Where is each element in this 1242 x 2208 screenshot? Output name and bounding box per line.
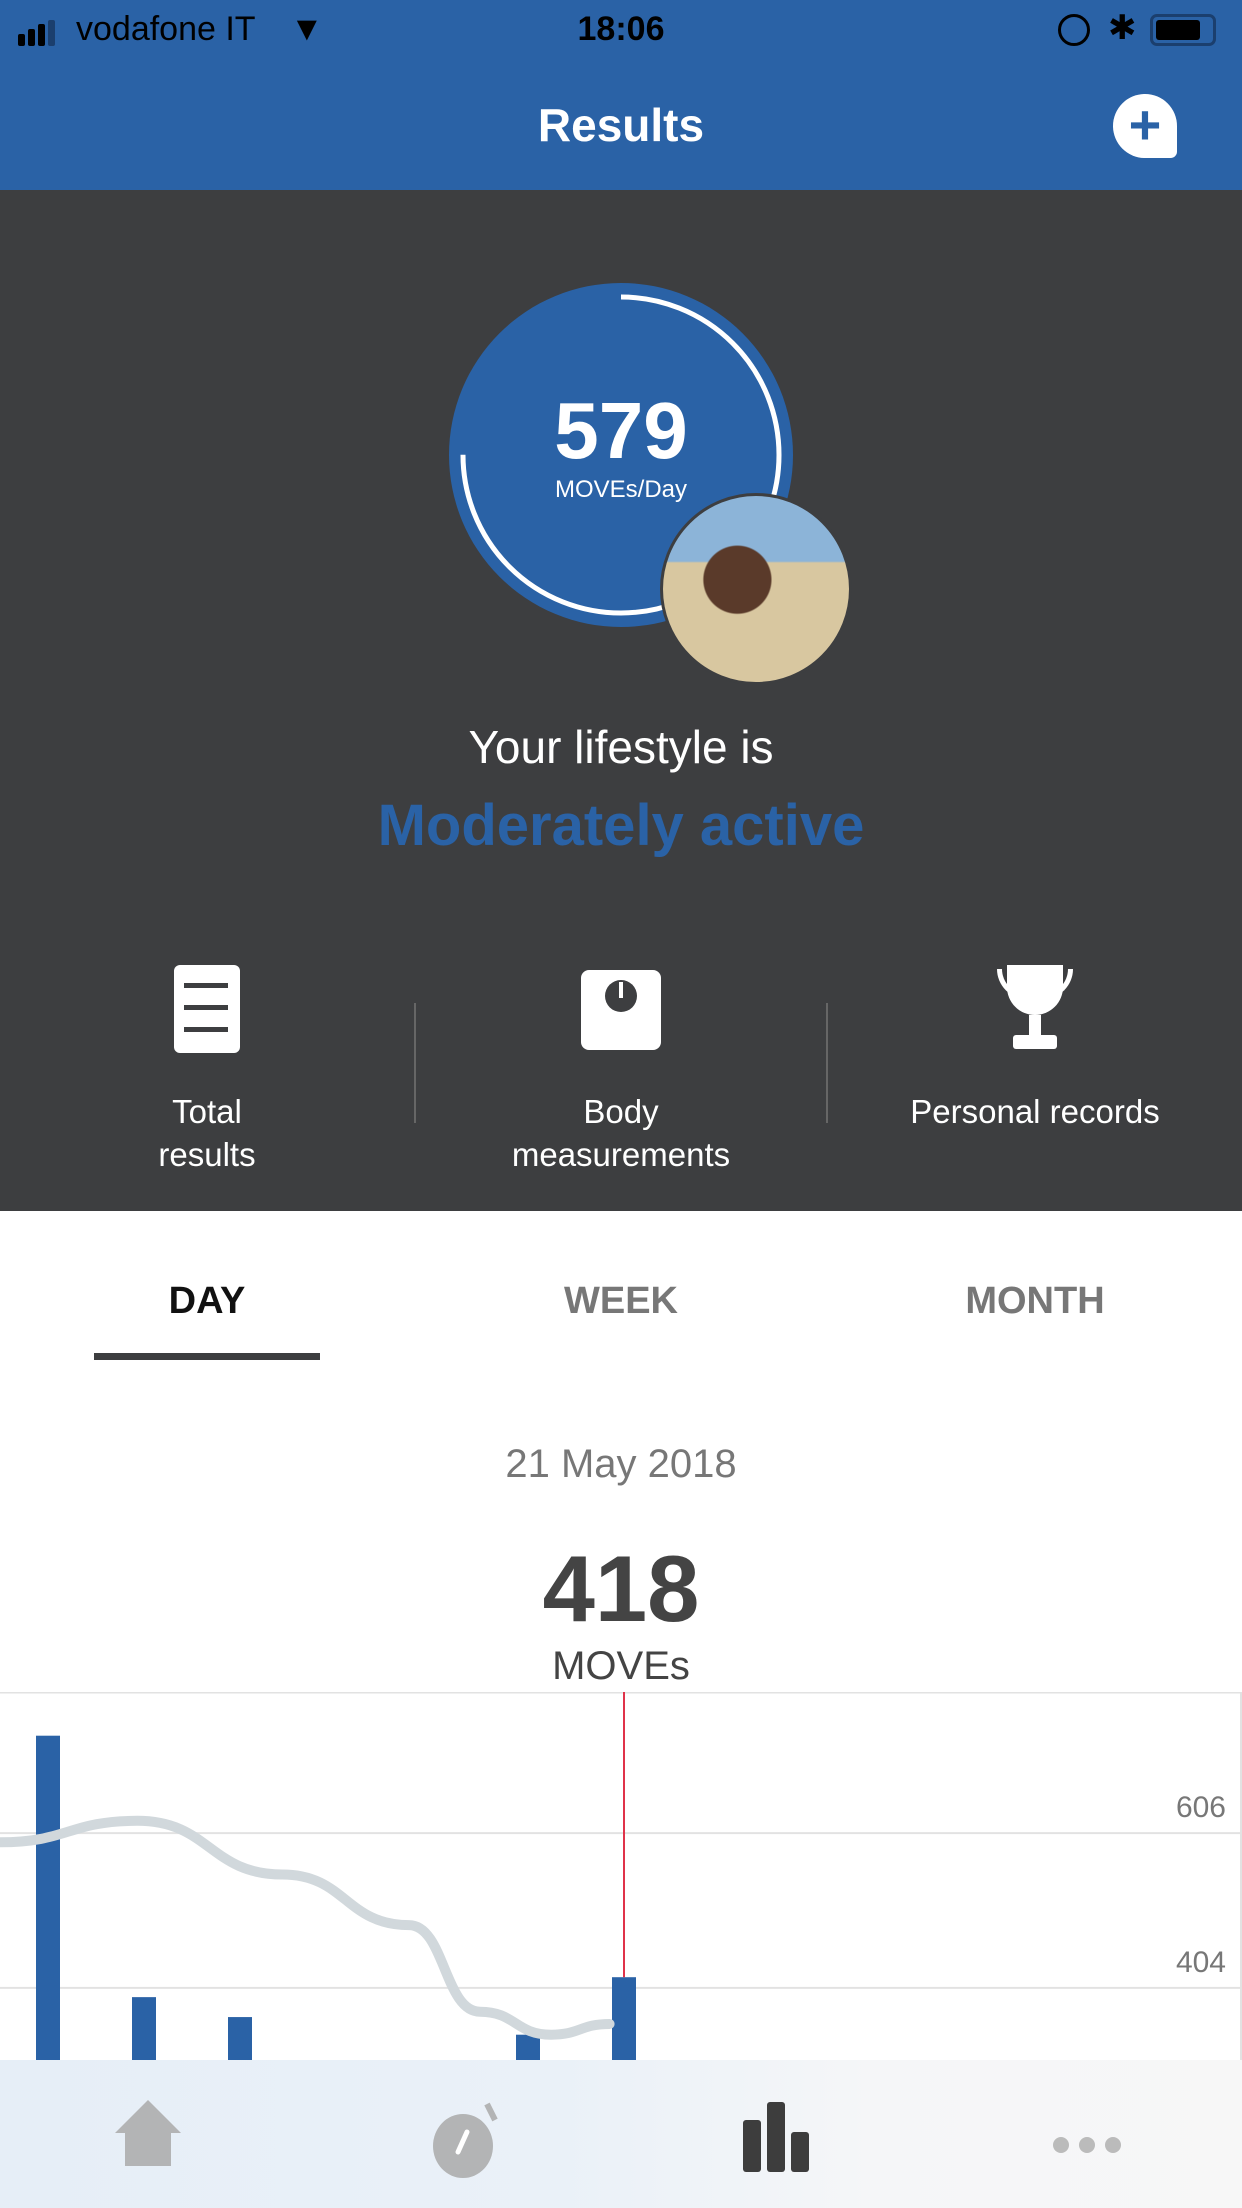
lifestyle-prefix: Your lifestyle is [468, 721, 774, 773]
bar [36, 1735, 60, 2060]
results-chart-icon [743, 2102, 809, 2172]
y-tick-label: 404 [1176, 1946, 1226, 1979]
shortcut-personal-records[interactable]: Personal records [835, 960, 1235, 1180]
clock: 18:06 [577, 10, 665, 48]
label: Body [583, 1093, 659, 1130]
avatar[interactable] [660, 493, 852, 685]
shortcut-body-measurements[interactable]: Body measurements [421, 960, 821, 1180]
summary-panel: 579 MOVEs/Day Your lifestyle is Moderate… [0, 190, 1242, 1211]
scale-icon [581, 970, 661, 1050]
label: measurements [511, 1136, 731, 1173]
page-title: Results [537, 99, 705, 151]
list-icon [174, 965, 240, 1053]
tab-month[interactable]: MONTH [828, 1280, 1242, 1323]
label: Total [172, 1093, 242, 1130]
divider [414, 1003, 416, 1123]
tab-day[interactable]: DAY [0, 1280, 414, 1323]
day-unit: MOVEs [552, 1644, 690, 1688]
add-button[interactable]: + [1113, 94, 1177, 158]
home-icon [115, 2100, 181, 2166]
tab-activity[interactable] [425, 2100, 505, 2180]
daily-average-unit: MOVEs/Day [554, 476, 688, 503]
trophy-icon [997, 965, 1073, 1053]
bar [612, 1977, 636, 2060]
tab-results[interactable] [740, 2102, 820, 2182]
active-tab-indicator [94, 1353, 320, 1360]
trend-line [0, 1815, 615, 2040]
tab-more[interactable] [1052, 2130, 1122, 2160]
plus-icon: + [1128, 93, 1162, 156]
day-chart[interactable]: 606 404 [0, 1692, 1242, 2060]
bar [228, 2017, 252, 2060]
label: results [158, 1136, 256, 1173]
shortcut-total-results[interactable]: Total results [7, 960, 407, 1180]
label: Personal records [910, 1093, 1160, 1130]
more-icon [1053, 2137, 1121, 2153]
divider [826, 1003, 828, 1123]
bar [132, 1997, 156, 2060]
tab-home[interactable] [115, 2100, 195, 2180]
header: vodafone IT ▼ 18:06 ✱ Results + [0, 0, 1242, 190]
bluetooth-icon: ✱ [1108, 9, 1137, 47]
selected-date: 21 May 2018 [505, 1442, 737, 1486]
stopwatch-icon [433, 2102, 498, 2178]
y-tick-label: 606 [1176, 1791, 1226, 1824]
bar [516, 2034, 540, 2060]
tab-week[interactable]: WEEK [414, 1280, 828, 1323]
daily-average-value: 579 [554, 386, 688, 475]
rotation-lock-icon [1058, 14, 1090, 46]
tab-bar [0, 2060, 1242, 2208]
battery-icon [1150, 14, 1216, 46]
lifestyle-level: Moderately active [377, 793, 865, 858]
day-value: 418 [542, 1536, 700, 1641]
